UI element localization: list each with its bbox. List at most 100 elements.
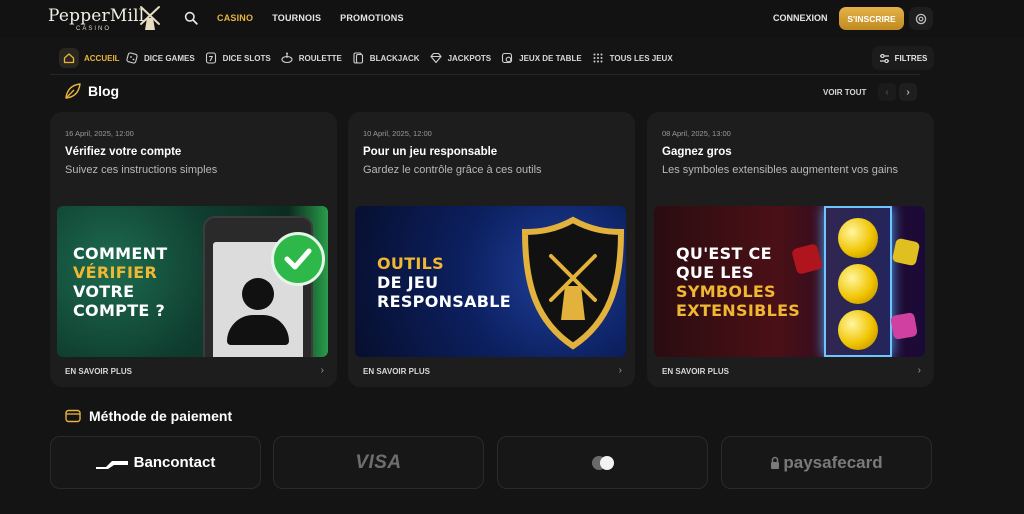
category-all-games[interactable]: TOUS LES JEUX [591,51,673,65]
blog-heading: Blog [64,82,119,100]
category-label: JACKPOTS [447,53,492,63]
home-icon [63,53,75,64]
category-home[interactable]: ACCUEIL [59,48,120,68]
card-image-verify: COMMENT VÉRIFIER VOTRE COMPTE ? [57,206,328,357]
filter-icon [879,53,889,63]
payment-paysafecard[interactable]: paysafecard [721,436,932,489]
category-label: DICE SLOTS [222,53,271,63]
dice-icon [891,237,921,267]
payment-label: paysafecard [783,452,883,472]
bancontact-logo-icon [95,460,128,469]
card-image-symbols: QU'EST CE QUE LES SYMBOLES EXTENSIBLES [654,206,925,357]
category-jackpots[interactable]: JACKPOTS [429,51,492,65]
card-image-text: QU'EST CE QUE LES SYMBOLES EXTENSIBLES [676,244,800,320]
home-icon-wrap [59,48,79,68]
image-line: COMMENT [73,244,168,263]
category-blackjack[interactable]: BLACKJACK [351,51,420,65]
read-more-link[interactable]: EN SAVOIR PLUS [65,367,132,376]
card-title: Vérifiez votre compte [65,146,182,158]
roulette-icon [281,52,293,64]
payment-heading: Méthode de paiement [65,408,232,424]
card-title: Gagnez gros [662,146,732,158]
card-date: 10 April, 2025, 12:00 [363,129,432,138]
nav-tournois[interactable]: TOURNOIS [272,13,321,23]
card-title: Pour un jeu responsable [363,146,498,158]
diamond-icon [430,52,442,64]
nav-promotions[interactable]: PROMOTIONS [340,13,404,23]
category-label: DICE GAMES [144,53,195,63]
image-line: EXTENSIBLES [676,301,801,320]
payment-title: Méthode de paiement [89,408,233,424]
search-icon[interactable] [184,11,198,25]
image-line: COMPTE ? [73,301,166,320]
slot-icon: 7 [205,52,216,64]
blog-card[interactable]: 10 April, 2025, 12:00 Pour un jeu respon… [348,112,635,387]
blog-card[interactable]: 16 April, 2025, 12:00 Vérifiez votre com… [50,112,337,387]
read-more-link[interactable]: EN SAVOIR PLUS [363,367,430,376]
card-date: 08 April, 2025, 13:00 [662,129,731,138]
payment-label: VISA [355,451,402,473]
image-line: QUE LES [676,263,754,282]
user-silhouette-icon [242,278,274,310]
top-navigation: PepperMill CASINO CASINO TOURNOIS PROMOT… [0,0,1024,38]
image-line: SYMBOLES [676,282,776,301]
card-date: 16 April, 2025, 12:00 [65,129,134,138]
image-line: OUTILS [377,254,444,273]
dice-icon [126,52,138,64]
svg-text:7: 7 [208,55,213,63]
category-roulette[interactable]: ROULETTE [280,51,342,65]
category-label: ROULETTE [298,53,342,63]
card-subtitle: Les symboles extensibles augmentent vos … [662,164,899,176]
chevron-right-icon: › [906,86,910,98]
slot-reel [824,206,892,357]
carousel-next-button[interactable]: › [899,83,917,101]
category-dice-slots[interactable]: 7 DICE SLOTS [204,51,271,65]
blog-card[interactable]: 08 April, 2025, 13:00 Gagnez gros Les sy… [647,112,934,387]
peppermill-logo[interactable]: PepperMill CASINO [48,4,163,34]
checkmark-icon [271,232,325,286]
divider [50,74,920,75]
brand-subtitle: CASINO [76,26,112,32]
category-dice-games[interactable]: DICE GAMES [125,51,195,65]
shield-icon [521,216,625,350]
gear-icon [915,13,927,24]
payment-mastercard[interactable] [497,436,708,489]
card-subtitle: Suivez ces instructions simples [65,164,218,176]
payment-bancontact[interactable]: Bancontact [50,436,261,489]
chevron-right-icon: › [917,365,921,376]
category-home-label: ACCUEIL [84,53,120,63]
filters-button[interactable]: FILTRES [872,46,934,70]
image-line: VÉRIFIER [73,263,158,282]
dice-icon [890,312,918,340]
chevron-right-icon: › [618,365,622,376]
image-line: QU'EST CE [676,244,772,263]
card-image-responsible: OUTILS DE JEU RESPONSABLE [355,206,626,357]
chevron-right-icon: › [320,365,324,376]
login-button[interactable]: CONNEXION [773,13,828,23]
filters-label: FILTRES [894,53,928,63]
lock-icon [771,456,780,469]
nav-casino[interactable]: CASINO [217,13,253,23]
card-image-text: OUTILS DE JEU RESPONSABLE [377,254,511,311]
settings-button[interactable] [909,7,933,30]
card-subtitle: Gardez le contrôle grâce à ces outils [363,164,542,176]
image-line: RESPONSABLE [377,292,512,311]
chevron-left-icon: ‹ [885,86,889,98]
category-label: BLACKJACK [369,53,420,63]
card-icon [65,409,81,423]
signup-button[interactable]: S'INSCRIRE [839,7,904,30]
chips-icon [502,52,513,64]
see-all-link[interactable]: VOIR TOUT [823,88,866,97]
category-list: DICE GAMES 7 DICE SLOTS ROULETTE BLACKJA… [125,51,682,65]
image-line: VOTRE [73,282,135,301]
card-image-text: COMMENT VÉRIFIER VOTRE COMPTE ? [73,244,168,320]
read-more-link[interactable]: EN SAVOIR PLUS [662,367,729,376]
mastercard-logo-icon [591,455,614,470]
payment-label: Bancontact [133,454,216,471]
leaf-icon [65,83,81,99]
blog-title: Blog [88,83,120,99]
payment-visa[interactable]: VISA [273,436,484,489]
category-label: TOUS LES JEUX [609,53,673,63]
carousel-prev-button[interactable]: ‹ [878,83,896,101]
category-table-games[interactable]: JEUX DE TABLE [500,51,582,65]
